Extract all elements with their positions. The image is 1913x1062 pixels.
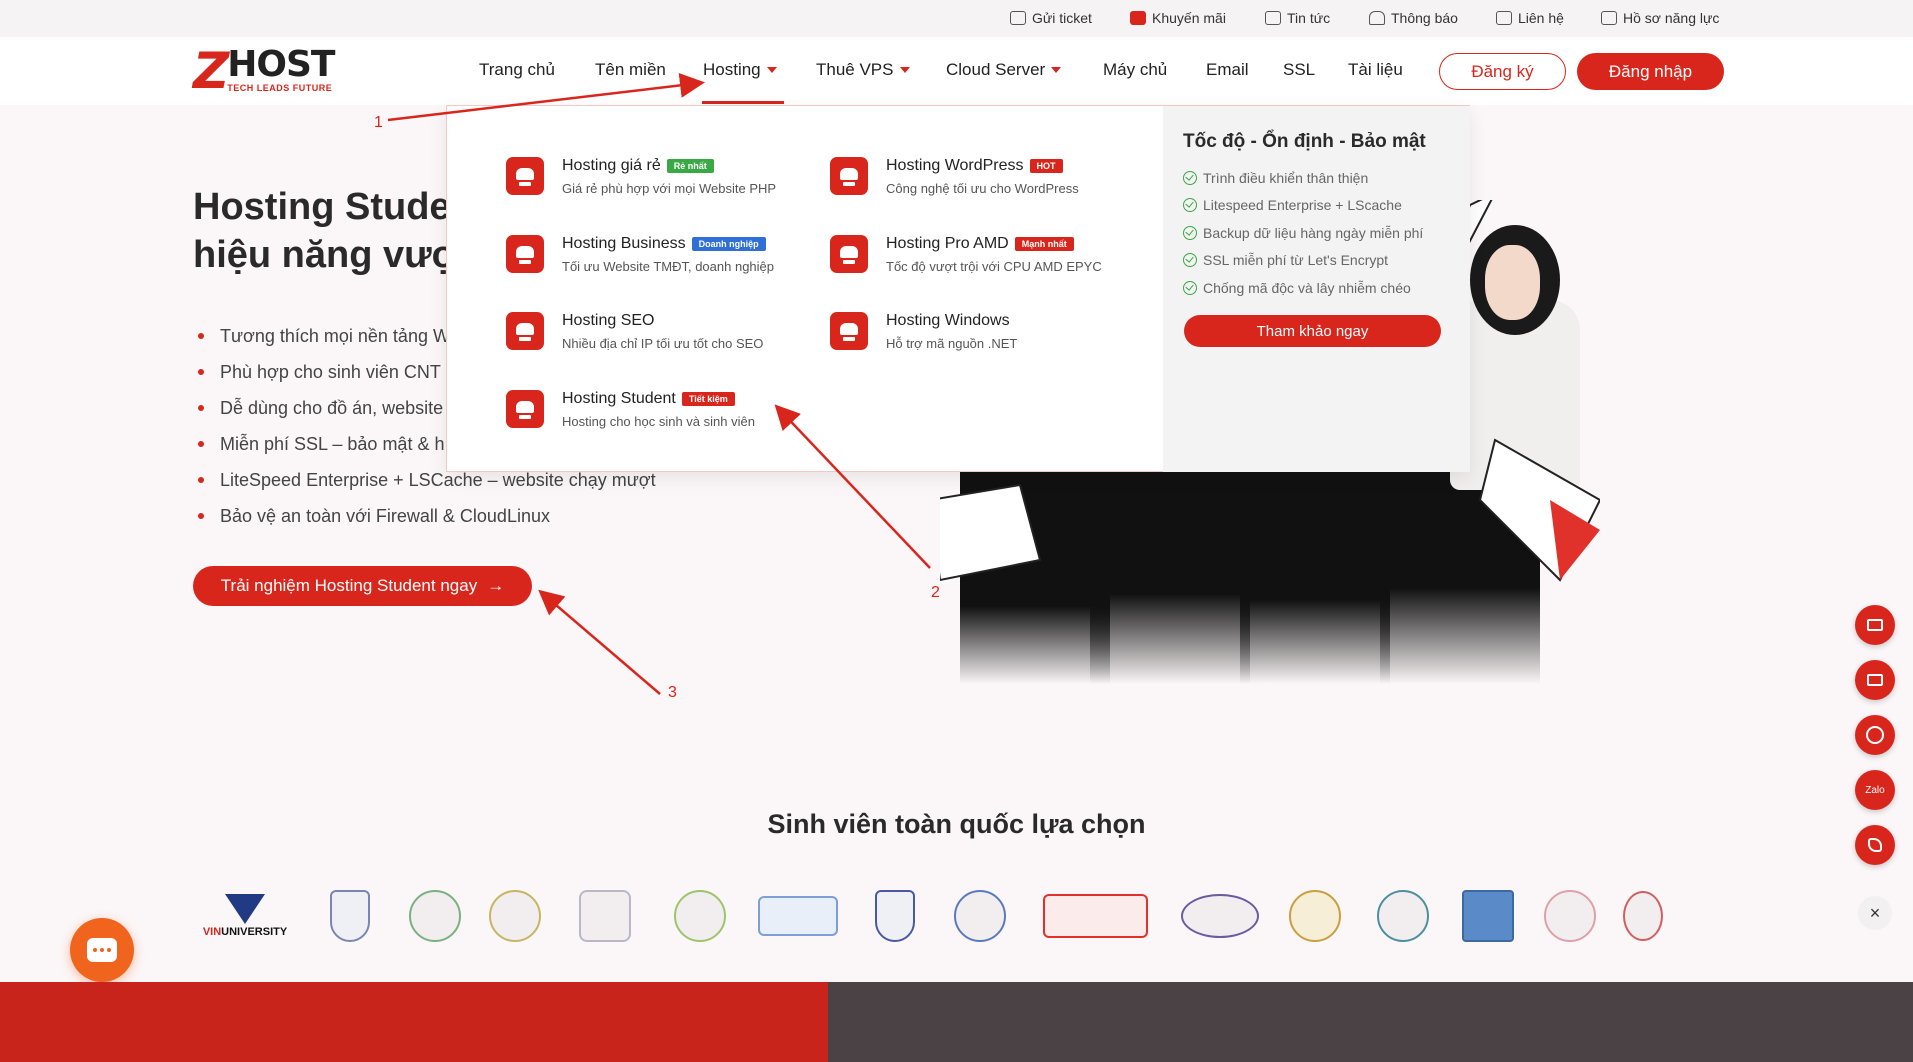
university-gear-icon (1376, 890, 1429, 942)
university-seal-icon (674, 890, 726, 942)
phone-icon (1868, 838, 1882, 852)
arrow-to-hosting-menu (387, 72, 705, 122)
university-seal-icon (1544, 890, 1596, 942)
university-shield-icon (875, 890, 915, 942)
university-logo (870, 886, 920, 946)
close-floating-button[interactable]: × (1858, 896, 1892, 930)
university-logo (950, 886, 1010, 946)
strip-red-panel (0, 982, 828, 1062)
university-logo (1285, 886, 1345, 946)
strip-dark-panel (828, 982, 1913, 1062)
ticket-icon (1867, 619, 1883, 631)
vin-prefix: VIN (202, 926, 222, 938)
floating-phone-button[interactable] (1855, 825, 1895, 865)
university-seal-icon (1181, 894, 1259, 938)
university-seal-icon (954, 890, 1006, 942)
annotation-number: 3 (668, 684, 677, 701)
university-logo (1540, 886, 1600, 946)
live-chat-button[interactable] (70, 918, 134, 982)
vin-logo-text: VINUNIVERSITY (203, 926, 287, 938)
annotation-number: 2 (931, 584, 940, 601)
floating-messenger-button[interactable] (1855, 715, 1895, 755)
university-logo (1620, 886, 1665, 946)
vin-rest: UNIVERSITY (221, 926, 288, 938)
university-logo (755, 886, 840, 946)
messenger-icon (1866, 726, 1884, 744)
zalo-label: Zalo (1865, 784, 1885, 796)
university-seal-icon (1289, 890, 1341, 942)
university-logo (1370, 886, 1435, 946)
university-logo (1040, 886, 1150, 946)
floating-ticket-button[interactable] (1855, 605, 1895, 645)
university-seal-icon (489, 890, 541, 942)
chat-icon (87, 938, 117, 962)
university-wordmark-icon (1042, 894, 1148, 938)
university-logo: VINUNIVERSITY (203, 886, 287, 946)
mail-icon (1867, 674, 1883, 686)
university-logo (325, 886, 375, 946)
graduation-cap-icon (757, 896, 838, 936)
arrow-to-student-item (774, 404, 931, 569)
university-logo (670, 886, 730, 946)
university-logo (1180, 886, 1260, 946)
university-logo (1460, 886, 1515, 946)
floating-email-button[interactable] (1855, 660, 1895, 700)
university-logo (405, 886, 465, 946)
floating-zalo-button[interactable]: Zalo (1855, 770, 1895, 810)
section-title: Sinh viên toàn quốc lựa chọn (767, 809, 1146, 839)
university-seal-icon (1622, 891, 1663, 941)
university-seal-icon (409, 890, 461, 942)
university-seal-icon (579, 890, 631, 942)
university-shield-icon (330, 890, 370, 942)
vin-logo-mark (225, 894, 265, 924)
university-logo (570, 886, 640, 946)
university-emblem-icon (1461, 890, 1514, 942)
arrow-to-cta (538, 589, 661, 695)
next-section-strip (0, 982, 1913, 1062)
university-logo-row: VINUNIVERSITY (203, 886, 1665, 948)
university-logo (485, 886, 545, 946)
annotation-number: 1 (374, 114, 383, 131)
